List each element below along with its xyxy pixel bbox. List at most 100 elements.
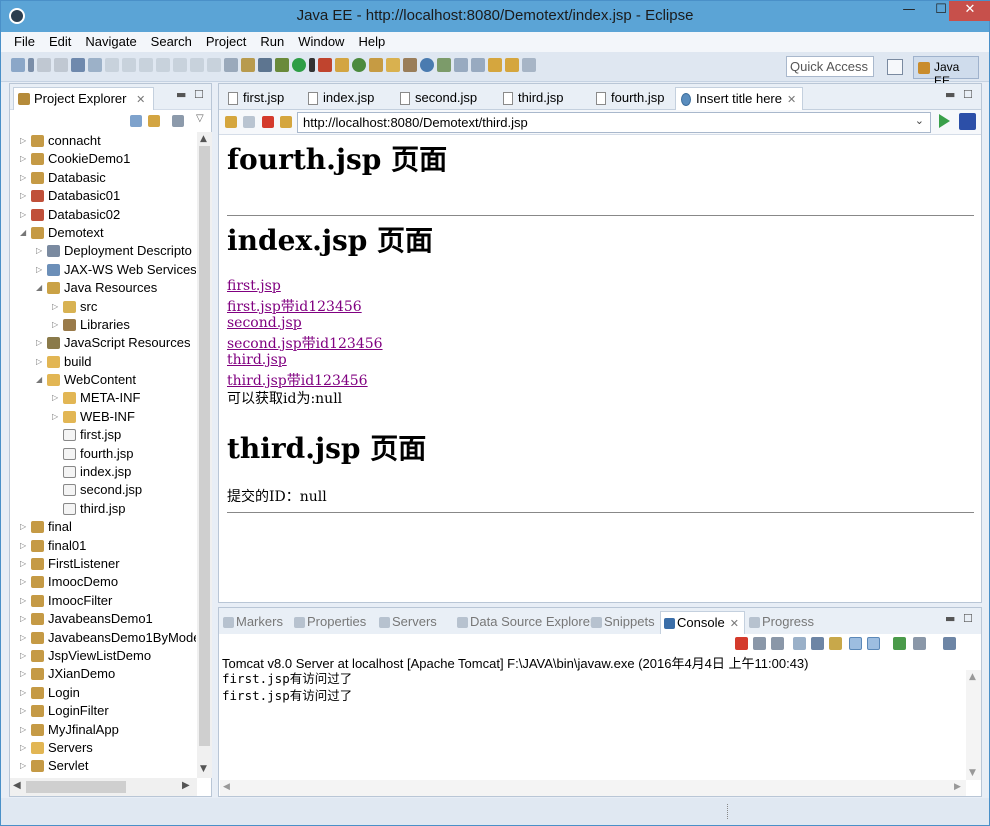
- bottom-tab[interactable]: Servers: [376, 611, 442, 634]
- expand-arrow-icon[interactable]: ▷: [20, 592, 26, 610]
- open-console-icon[interactable]: [913, 637, 926, 650]
- forward-icon[interactable]: [243, 116, 255, 128]
- view-menu-icon[interactable]: [172, 115, 184, 127]
- tree-item[interactable]: ▷ JXianDemo: [10, 665, 196, 683]
- expand-arrow-icon[interactable]: ▷: [20, 518, 26, 536]
- expand-arrow-icon[interactable]: ▷: [52, 316, 58, 334]
- menu-search[interactable]: Search: [144, 32, 199, 52]
- menu-run[interactable]: Run: [253, 32, 291, 52]
- maximize-editor-icon[interactable]: ☐: [963, 88, 973, 101]
- minimize-view-icon[interactable]: ▬: [945, 612, 955, 625]
- globe-icon[interactable]: [420, 58, 434, 72]
- tree-item[interactable]: second.jsp: [10, 481, 196, 499]
- external-tools-icon[interactable]: [318, 58, 332, 72]
- server-icon[interactable]: [258, 58, 272, 72]
- dropdown-icon[interactable]: [28, 58, 34, 72]
- bottom-tab[interactable]: Markers: [220, 611, 288, 634]
- tree-item[interactable]: ▷ Deployment Descripto: [10, 242, 196, 260]
- scroll-lock-icon[interactable]: [811, 637, 824, 650]
- step-return-icon[interactable]: [207, 58, 221, 72]
- print-icon[interactable]: [71, 58, 85, 72]
- expand-arrow-icon[interactable]: ▷: [20, 132, 26, 150]
- link-third[interactable]: third.jsp: [227, 352, 287, 368]
- explorer-horizontal-scrollbar[interactable]: ◀ ▶: [10, 778, 197, 796]
- tree-item[interactable]: index.jsp: [10, 463, 196, 481]
- clear-console-icon[interactable]: [793, 637, 806, 650]
- scroll-up-icon[interactable]: ▲: [200, 134, 207, 144]
- tree-item[interactable]: first.jsp: [10, 426, 196, 444]
- menu-edit[interactable]: Edit: [42, 32, 78, 52]
- link-first[interactable]: first.jsp: [227, 278, 281, 294]
- tree-item[interactable]: ▷ src: [10, 298, 196, 316]
- quick-access-input[interactable]: Quick Access: [786, 56, 874, 77]
- tree-item[interactable]: ▷ JavabeansDemo1: [10, 610, 196, 628]
- skip-breakpoints-icon[interactable]: [88, 58, 102, 72]
- go-icon[interactable]: [939, 114, 950, 128]
- menu-window[interactable]: Window: [291, 32, 351, 52]
- url-input[interactable]: http://localhost:8080/Demotext/third.jsp…: [297, 112, 931, 133]
- expand-arrow-icon[interactable]: ▷: [20, 537, 26, 555]
- expand-arrow-icon[interactable]: ▷: [20, 629, 26, 647]
- editor-tab[interactable]: fourth.jsp: [591, 87, 670, 110]
- suspend-icon[interactable]: [122, 58, 136, 72]
- editor-tab[interactable]: first.jsp: [223, 87, 290, 110]
- prev-annotation-icon[interactable]: [471, 58, 485, 72]
- tree-item[interactable]: ▷ connacht: [10, 132, 196, 150]
- open-type-icon[interactable]: [369, 58, 383, 72]
- resume-icon[interactable]: [105, 58, 119, 72]
- scroll-right-icon[interactable]: ▶: [182, 780, 190, 791]
- next-annotation-icon[interactable]: [454, 58, 468, 72]
- tree-item[interactable]: ▷ Databasic02: [10, 206, 196, 224]
- scroll-down-icon[interactable]: ▼: [200, 764, 207, 774]
- remove-all-icon[interactable]: [771, 637, 784, 650]
- expand-arrow-icon[interactable]: ▷: [36, 261, 42, 279]
- editor-tab[interactable]: third.jsp: [498, 87, 570, 110]
- disconnect-icon[interactable]: [156, 58, 170, 72]
- expand-arrow-icon[interactable]: ▷: [20, 684, 26, 702]
- display-console-icon[interactable]: [893, 637, 906, 650]
- tree-item[interactable]: ▷ Login: [10, 684, 196, 702]
- tree-item[interactable]: ▷ ImoocFilter: [10, 592, 196, 610]
- view-menu-icon[interactable]: [943, 637, 956, 650]
- collapse-all-icon[interactable]: [130, 115, 142, 127]
- link-third-with-id[interactable]: third.jsp带id123456: [227, 370, 368, 390]
- bottom-tab[interactable]: Snippets: [588, 611, 660, 634]
- remove-launch-icon[interactable]: [753, 637, 766, 650]
- tree-item[interactable]: ◢ Java Resources: [10, 279, 196, 297]
- expand-arrow-icon[interactable]: ▷: [36, 334, 42, 352]
- expand-arrow-icon[interactable]: ▷: [20, 739, 26, 757]
- show-stdout-icon[interactable]: [829, 637, 842, 650]
- scroll-down-icon[interactable]: ▼: [969, 768, 976, 778]
- new-icon[interactable]: [11, 58, 25, 72]
- menu-project[interactable]: Project: [199, 32, 253, 52]
- tree-item[interactable]: ◢ WebContent: [10, 371, 196, 389]
- expand-arrow-icon[interactable]: ▷: [20, 610, 26, 628]
- bottom-tab[interactable]: Console ✕: [660, 611, 745, 634]
- close-tab-icon[interactable]: ✕: [787, 94, 796, 106]
- java-ee-perspective-button[interactable]: Java EE: [913, 56, 979, 88]
- pin-console-icon[interactable]: [867, 637, 880, 650]
- close-tab-icon[interactable]: ✕: [136, 94, 145, 106]
- expand-arrow-icon[interactable]: ▷: [20, 665, 26, 683]
- expand-arrow-icon[interactable]: ▷: [36, 242, 42, 260]
- console-horizontal-scrollbar[interactable]: ◀ ▶: [220, 780, 966, 796]
- expand-arrow-icon[interactable]: ▷: [52, 298, 58, 316]
- menu-file[interactable]: File: [7, 32, 42, 52]
- close-tab-icon[interactable]: ✕: [730, 618, 739, 630]
- annotation-icon[interactable]: [437, 58, 451, 72]
- tree-item[interactable]: ▷ JavabeansDemo1ByMode: [10, 629, 196, 647]
- minimize-view-icon[interactable]: ▬: [176, 88, 186, 101]
- open-perspective-icon[interactable]: [887, 59, 903, 75]
- expand-arrow-icon[interactable]: ▷: [52, 408, 58, 426]
- bottom-tab[interactable]: Properties: [291, 611, 371, 634]
- tab-project-explorer[interactable]: Project Explorer ✕: [13, 87, 155, 110]
- show-whitespace-icon[interactable]: [241, 58, 255, 72]
- tree-item[interactable]: ▷ JAX-WS Web Services: [10, 261, 196, 279]
- close-button[interactable]: ✕: [949, 1, 990, 21]
- new-java-project-icon[interactable]: [335, 58, 349, 72]
- terminate-icon[interactable]: [139, 58, 153, 72]
- collapse-arrow-icon[interactable]: ◢: [36, 371, 42, 389]
- refresh-icon[interactable]: [280, 116, 292, 128]
- tree-item[interactable]: ▷ final01: [10, 537, 196, 555]
- run-dropdown-icon[interactable]: [309, 58, 315, 72]
